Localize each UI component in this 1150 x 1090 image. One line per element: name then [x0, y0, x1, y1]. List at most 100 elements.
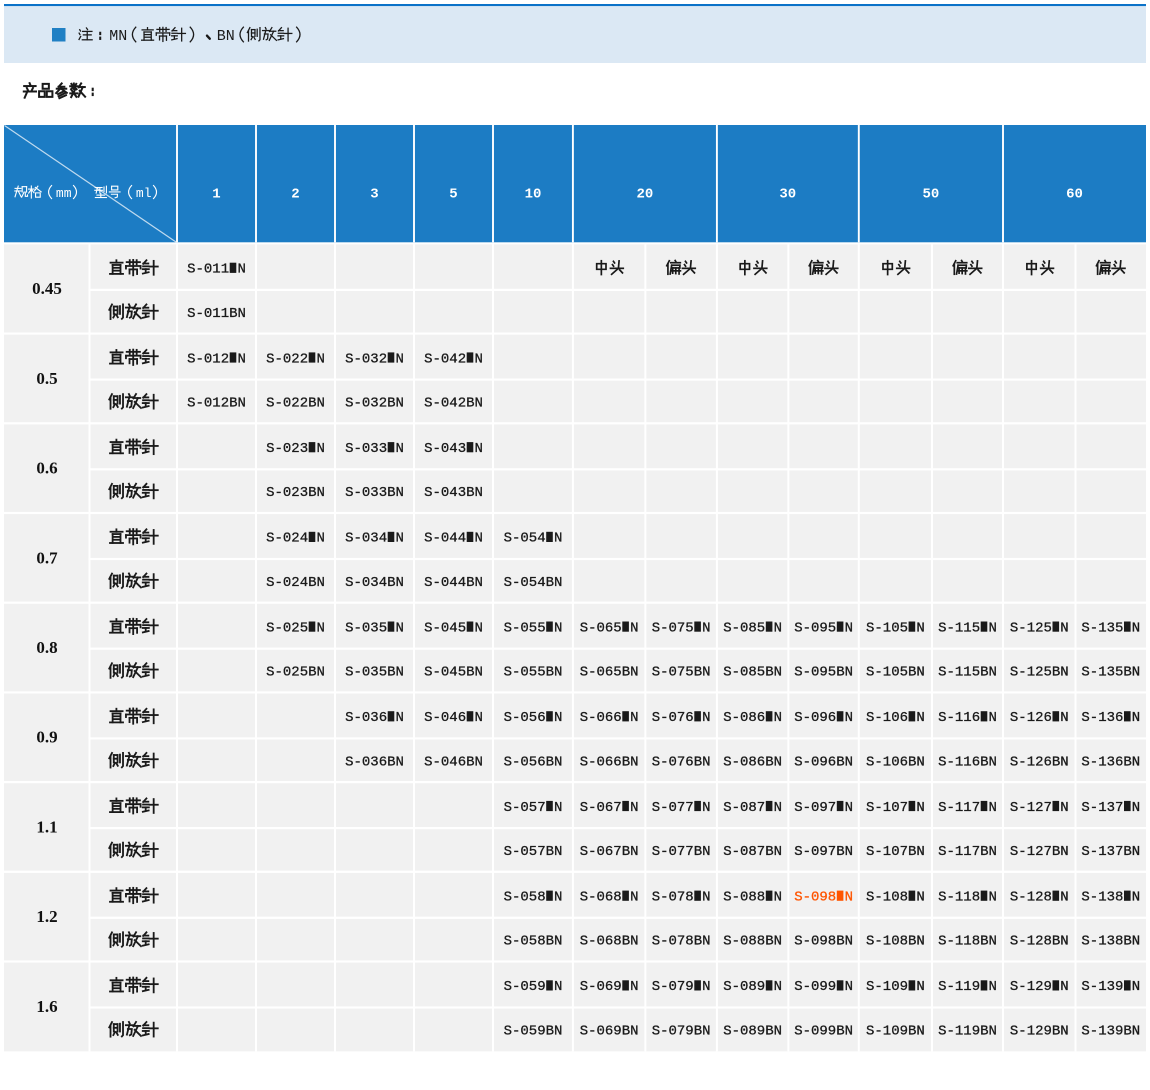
svg-text:S-105BN: S-105BN — [866, 665, 925, 681]
svg-text:N: N — [774, 890, 782, 906]
svg-text:1.6: 1.6 — [36, 997, 57, 1016]
svg-text:N: N — [475, 441, 483, 457]
svg-text:S-077: S-077 — [652, 800, 694, 816]
svg-text:S-044BN: S-044BN — [424, 575, 483, 591]
svg-text:S-139: S-139 — [1081, 979, 1123, 995]
svg-text:1: 1 — [212, 186, 220, 202]
svg-text:N: N — [554, 890, 562, 906]
svg-text:N: N — [774, 979, 782, 995]
svg-text:S-109BN: S-109BN — [866, 1023, 925, 1039]
svg-text:N: N — [916, 710, 924, 726]
svg-text:S-118BN: S-118BN — [938, 934, 997, 950]
svg-text:S-098BN: S-098BN — [794, 934, 853, 950]
svg-text:N: N — [317, 620, 325, 636]
svg-text:S-097: S-097 — [794, 800, 836, 816]
svg-text:S-075BN: S-075BN — [652, 665, 711, 681]
svg-text:10: 10 — [525, 186, 542, 202]
svg-text:S-043BN: S-043BN — [424, 485, 483, 501]
svg-text:S-086: S-086 — [723, 710, 765, 726]
svg-text:N: N — [396, 441, 404, 457]
svg-text:S-033BN: S-033BN — [345, 485, 404, 501]
svg-text:30: 30 — [779, 186, 796, 202]
svg-text:S-088: S-088 — [723, 890, 765, 906]
svg-text:S-079BN: S-079BN — [652, 1023, 711, 1039]
svg-text:S-066: S-066 — [580, 710, 622, 726]
svg-text:N: N — [989, 710, 997, 726]
svg-text:S-023BN: S-023BN — [266, 485, 325, 501]
svg-text:1.1: 1.1 — [36, 817, 57, 836]
svg-text:N: N — [554, 620, 562, 636]
svg-text:S-087BN: S-087BN — [723, 844, 782, 860]
svg-text:N: N — [238, 351, 246, 367]
svg-text:N: N — [702, 620, 710, 636]
svg-text:S-024BN: S-024BN — [266, 575, 325, 591]
svg-text:S-023: S-023 — [266, 441, 308, 457]
svg-text:S-126: S-126 — [1010, 710, 1052, 726]
svg-text:N: N — [702, 890, 710, 906]
svg-text:N: N — [554, 531, 562, 547]
svg-text:S-032BN: S-032BN — [345, 396, 404, 412]
svg-text:S-054: S-054 — [504, 531, 546, 547]
svg-text:S-109: S-109 — [866, 979, 908, 995]
svg-text:N: N — [1132, 800, 1140, 816]
svg-text:S-066BN: S-066BN — [580, 754, 639, 770]
svg-text:S-079: S-079 — [652, 979, 694, 995]
svg-text:S-077BN: S-077BN — [652, 844, 711, 860]
svg-text:S-115BN: S-115BN — [938, 665, 997, 681]
svg-text:S-068: S-068 — [580, 890, 622, 906]
svg-text:S-045: S-045 — [424, 620, 466, 636]
svg-text:S-024: S-024 — [266, 531, 308, 547]
svg-text:S-108: S-108 — [866, 890, 908, 906]
svg-text:S-096: S-096 — [794, 710, 836, 726]
svg-text:N: N — [774, 620, 782, 636]
svg-text:N: N — [1132, 979, 1140, 995]
svg-text:S-046: S-046 — [424, 710, 466, 726]
svg-text:S-127BN: S-127BN — [1010, 844, 1069, 860]
svg-text:N: N — [702, 800, 710, 816]
svg-text:S-056BN: S-056BN — [504, 754, 563, 770]
svg-text:N: N — [774, 800, 782, 816]
svg-text:S-055BN: S-055BN — [504, 665, 563, 681]
svg-text:S-137BN: S-137BN — [1081, 844, 1140, 860]
svg-text:N: N — [317, 351, 325, 367]
svg-text:S-125BN: S-125BN — [1010, 665, 1069, 681]
svg-text:S-057BN: S-057BN — [504, 844, 563, 860]
svg-text:N: N — [845, 890, 853, 906]
svg-text:N: N — [916, 620, 924, 636]
svg-text:S-137: S-137 — [1081, 800, 1123, 816]
svg-text:S-011: S-011 — [187, 262, 229, 278]
svg-text:S-059BN: S-059BN — [504, 1023, 563, 1039]
svg-text:S-033: S-033 — [345, 441, 387, 457]
svg-text:S-107: S-107 — [866, 800, 908, 816]
svg-text:S-128BN: S-128BN — [1010, 934, 1069, 950]
svg-text:S-118: S-118 — [938, 890, 980, 906]
svg-text:N: N — [475, 710, 483, 726]
svg-text:S-076: S-076 — [652, 710, 694, 726]
svg-text:N: N — [1132, 890, 1140, 906]
svg-text:S-106BN: S-106BN — [866, 754, 925, 770]
svg-text:N: N — [989, 979, 997, 995]
svg-text:N: N — [396, 620, 404, 636]
svg-text:N: N — [916, 979, 924, 995]
svg-text:S-116BN: S-116BN — [938, 754, 997, 770]
svg-text:S-035BN: S-035BN — [345, 665, 404, 681]
svg-text:S-107BN: S-107BN — [866, 844, 925, 860]
svg-text:S-036: S-036 — [345, 710, 387, 726]
svg-text:S-126BN: S-126BN — [1010, 754, 1069, 770]
svg-text:S-065: S-065 — [580, 620, 622, 636]
svg-text:S-135BN: S-135BN — [1081, 665, 1140, 681]
svg-text:5: 5 — [449, 186, 457, 202]
svg-text:N: N — [396, 531, 404, 547]
svg-text:S-034BN: S-034BN — [345, 575, 404, 591]
svg-text:MN: MN — [109, 28, 127, 45]
svg-text:60: 60 — [1066, 186, 1083, 202]
svg-text:1.2: 1.2 — [36, 907, 57, 926]
svg-text:S-046BN: S-046BN — [424, 754, 483, 770]
svg-text:N: N — [845, 800, 853, 816]
svg-text:50: 50 — [922, 186, 939, 202]
svg-text:S-035: S-035 — [345, 620, 387, 636]
svg-text:S-117: S-117 — [938, 800, 980, 816]
svg-text:S-087: S-087 — [723, 800, 765, 816]
svg-text:S-022BN: S-022BN — [266, 396, 325, 412]
svg-text:N: N — [1060, 620, 1068, 636]
